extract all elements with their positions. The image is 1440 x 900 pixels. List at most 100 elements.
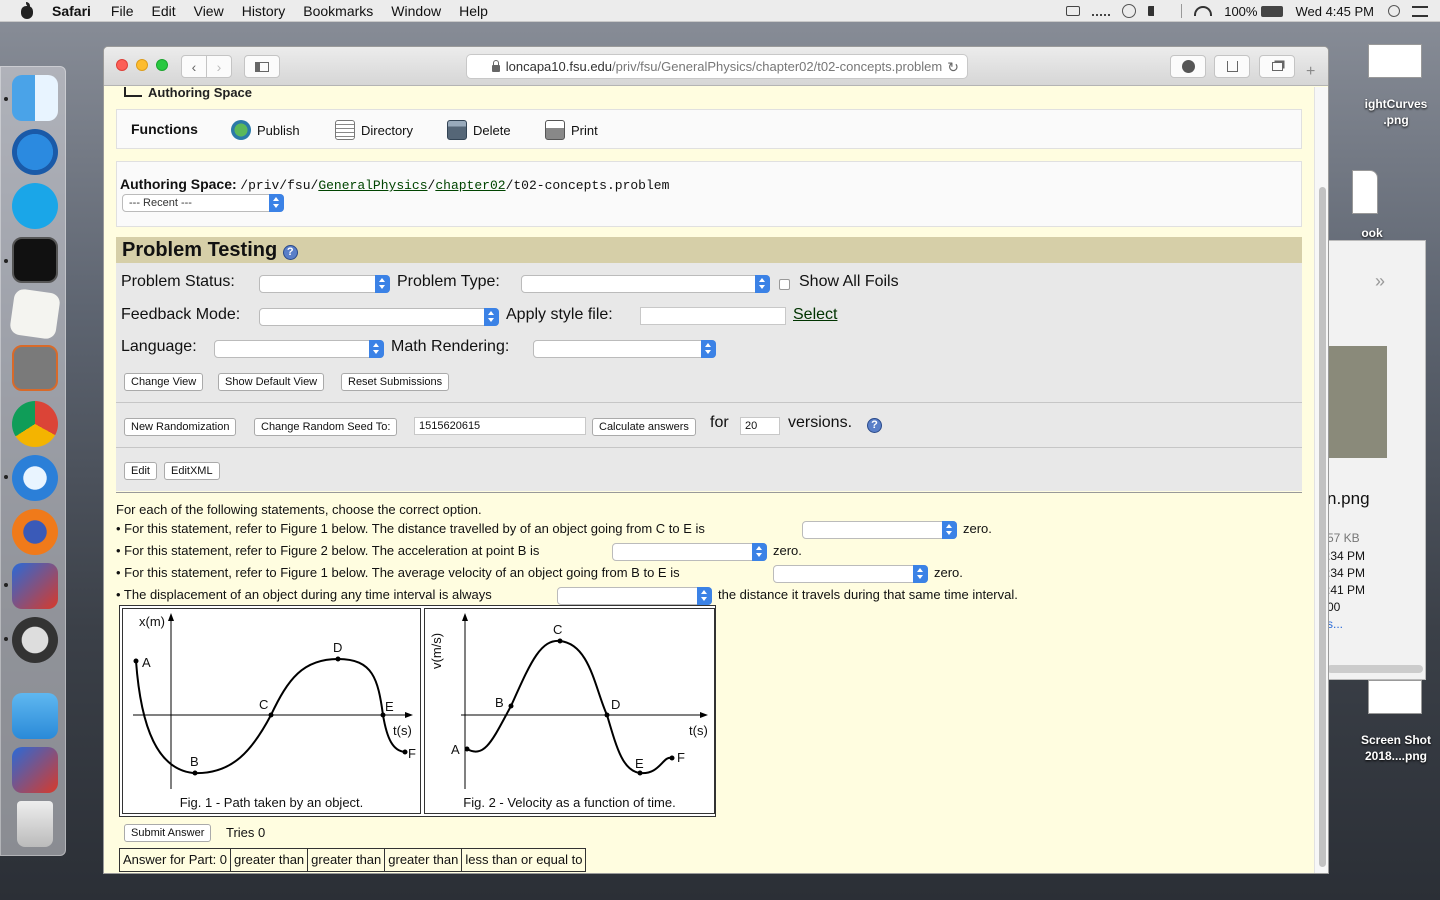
edit-xml-button[interactable]: EditXML: [164, 462, 220, 480]
trash-icon[interactable]: [17, 801, 53, 847]
chrome-icon[interactable]: [12, 401, 58, 447]
desktop-file-label[interactable]: Screen Shot 2018....png: [1352, 732, 1440, 764]
app-18-icon[interactable]: [12, 747, 58, 793]
share-button[interactable]: [1214, 55, 1250, 78]
desktop-file-thumbnail[interactable]: [1368, 680, 1422, 714]
delete-link[interactable]: Delete: [447, 120, 511, 140]
new-randomization-button[interactable]: New Randomization: [124, 418, 237, 436]
feedback-mode-select[interactable]: [259, 308, 499, 326]
menu-help[interactable]: Help: [459, 3, 488, 19]
back-button[interactable]: ‹: [181, 55, 207, 78]
time-machine-icon[interactable]: [1122, 4, 1137, 18]
directory-link[interactable]: Directory: [335, 120, 413, 140]
minimize-window-button[interactable]: [136, 59, 148, 71]
calculator-icon[interactable]: [12, 345, 58, 391]
battery-icon[interactable]: [1261, 5, 1284, 17]
show-default-view-button[interactable]: Show Default View: [218, 373, 325, 391]
desktop-doc-thumbnail[interactable]: [1352, 170, 1378, 214]
problem-type-select[interactable]: [521, 275, 770, 293]
print-link[interactable]: Print: [545, 120, 598, 140]
more-link[interactable]: s...: [1327, 617, 1343, 631]
new-tab-button[interactable]: +: [1306, 63, 1315, 81]
menu-app-name[interactable]: Safari: [52, 3, 91, 19]
x11-icon[interactable]: [12, 617, 58, 663]
forward-button[interactable]: ›: [206, 55, 232, 78]
statement-1-select[interactable]: [802, 521, 957, 539]
divider: [116, 447, 1302, 448]
statement-2-select[interactable]: [612, 543, 767, 561]
menu-edit[interactable]: Edit: [151, 3, 175, 19]
chevron-right-icon[interactable]: »: [1375, 271, 1385, 292]
finder-icon[interactable]: [12, 75, 58, 121]
menu-window[interactable]: Window: [391, 3, 441, 19]
firefox-icon[interactable]: [12, 509, 58, 555]
desktop-file-thumbnail[interactable]: [1368, 44, 1422, 78]
authoring-space-link[interactable]: Authoring Space: [124, 87, 252, 100]
scrollbar-thumb[interactable]: [1319, 187, 1326, 867]
problem-status-select[interactable]: [259, 275, 390, 293]
change-random-seed-button[interactable]: Change Random Seed To:: [254, 418, 398, 436]
menu-view[interactable]: View: [194, 3, 224, 19]
submit-answer-button[interactable]: Submit Answer: [124, 824, 212, 842]
menu-file[interactable]: File: [111, 3, 134, 19]
volume-icon[interactable]: [1148, 6, 1162, 16]
mail-icon[interactable]: [12, 129, 58, 175]
close-window-button[interactable]: [116, 59, 128, 71]
path-link-generalphysics[interactable]: GeneralPhysics: [318, 178, 427, 193]
versions-input[interactable]: 20: [740, 417, 780, 435]
print-icon: [545, 120, 565, 140]
address-bar[interactable]: loncapa10.fsu.edu/priv/fsu/GeneralPhysic…: [466, 54, 968, 79]
reload-icon[interactable]: ↻: [947, 59, 959, 76]
change-view-button[interactable]: Change View: [124, 373, 204, 391]
desktop-file-label[interactable]: ightCurves .png: [1352, 96, 1440, 128]
terminal-icon[interactable]: [12, 237, 58, 283]
directory-label: Directory: [361, 122, 414, 138]
language-select[interactable]: [214, 340, 384, 358]
dock: [0, 66, 66, 856]
file-time: :34 PM: [1327, 549, 1366, 563]
app-18-icon[interactable]: [12, 563, 58, 609]
help-icon[interactable]: ?: [867, 418, 882, 433]
bluetooth-icon[interactable]: [1174, 4, 1183, 18]
feedback-mode-label: Feedback Mode:: [121, 306, 241, 323]
desktop-doc-label[interactable]: ook: [1352, 225, 1392, 241]
help-icon[interactable]: ?: [282, 245, 298, 260]
edit-button[interactable]: Edit: [124, 462, 157, 480]
notification-center-icon[interactable]: [1412, 5, 1428, 17]
random-seed-input[interactable]: 1515620615: [414, 417, 586, 435]
menu-meter-icon[interactable]: [1092, 6, 1111, 16]
apple-icon[interactable]: [20, 1, 34, 19]
style-file-input[interactable]: [640, 307, 786, 325]
select-arrows-icon: [913, 565, 928, 583]
textedit-icon[interactable]: [9, 288, 61, 340]
page-scrollbar[interactable]: [1314, 87, 1328, 873]
calculate-answers-button[interactable]: Calculate answers: [592, 418, 696, 436]
sidebar-button[interactable]: [244, 55, 280, 78]
path-label: Authoring Space:: [120, 176, 237, 192]
skype-icon[interactable]: [12, 183, 58, 229]
tabs-overview-button[interactable]: [1259, 55, 1295, 78]
math-rendering-select[interactable]: [533, 340, 716, 358]
spotlight-icon[interactable]: [1388, 5, 1400, 17]
path-link-chapter02[interactable]: chapter02: [435, 178, 505, 193]
folder-icon[interactable]: [12, 693, 58, 739]
statement-4-select[interactable]: [557, 587, 712, 605]
airplay-icon[interactable]: [1066, 6, 1081, 16]
publish-link[interactable]: Publish: [231, 120, 300, 140]
scrollbar[interactable]: [1327, 665, 1423, 673]
safari-icon[interactable]: [12, 455, 58, 501]
point-label: F: [408, 746, 416, 761]
statement-3-select[interactable]: [773, 565, 928, 583]
answer-table-cell: greater than: [231, 849, 309, 871]
select-style-link[interactable]: Select: [793, 306, 837, 324]
menu-history[interactable]: History: [242, 3, 286, 19]
zoom-window-button[interactable]: [156, 59, 168, 71]
clock[interactable]: Wed 4:45 PM: [1295, 4, 1374, 19]
menu-bookmarks[interactable]: Bookmarks: [303, 3, 373, 19]
show-all-foils-checkbox[interactable]: [779, 279, 790, 290]
downloads-button[interactable]: [1170, 55, 1206, 78]
wifi-icon[interactable]: [1194, 6, 1213, 16]
recent-select[interactable]: --- Recent ---: [122, 194, 284, 212]
reset-submissions-button[interactable]: Reset Submissions: [341, 373, 450, 391]
problem-type-label: Problem Type:: [397, 273, 500, 290]
